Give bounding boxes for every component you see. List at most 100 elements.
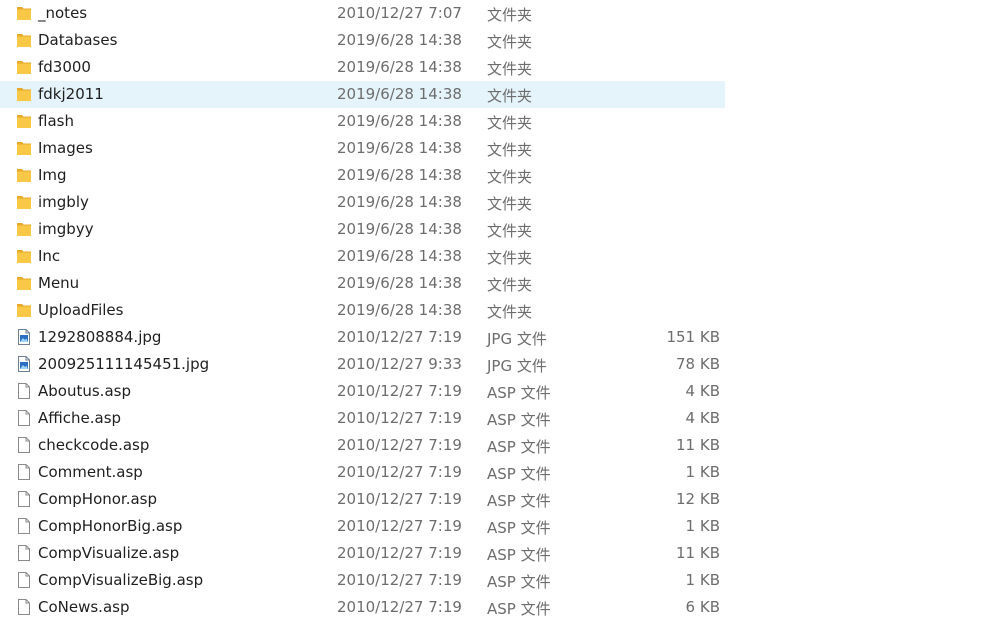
file-size: 1 KB xyxy=(685,571,720,589)
file-size: 12 KB xyxy=(676,490,720,508)
file-row[interactable]: CompVisualize.asp 2010/12/27 7:19 ASP 文件… xyxy=(0,540,725,567)
file-row[interactable]: checkcode.asp 2010/12/27 7:19 ASP 文件 11 … xyxy=(0,432,725,459)
file-type: 文件夹 xyxy=(487,33,533,51)
file-date-modified: 2010/12/27 7:19 xyxy=(337,436,462,454)
file-row[interactable]: Aboutus.asp 2010/12/27 7:19 ASP 文件 4 KB xyxy=(0,378,725,405)
file-date-modified: 2019/6/28 14:38 xyxy=(337,85,462,103)
file-date-modified: 2019/6/28 14:38 xyxy=(337,139,462,157)
document-icon xyxy=(16,409,32,427)
file-name: Menu xyxy=(38,274,80,292)
file-row[interactable]: Img 2019/6/28 14:38 文件夹 xyxy=(0,162,725,189)
file-date-modified: 2019/6/28 14:38 xyxy=(337,193,462,211)
file-name: CoNews.asp xyxy=(38,598,130,616)
file-row[interactable]: CompHonor.asp 2010/12/27 7:19 ASP 文件 12 … xyxy=(0,486,725,513)
file-date-modified: 2010/12/27 7:19 xyxy=(337,328,462,346)
document-icon xyxy=(16,598,32,616)
file-size: 78 KB xyxy=(676,355,720,373)
file-row[interactable]: imgbyy 2019/6/28 14:38 文件夹 xyxy=(0,216,725,243)
file-name: CompHonor.asp xyxy=(38,490,158,508)
document-icon xyxy=(16,544,32,562)
file-row[interactable]: CoNews.asp 2010/12/27 7:19 ASP 文件 6 KB xyxy=(0,594,725,621)
file-type: 文件夹 xyxy=(487,6,533,24)
image-file-icon xyxy=(16,328,32,346)
file-type: 文件夹 xyxy=(487,276,533,294)
file-row[interactable]: _notes 2010/12/27 7:07 文件夹 xyxy=(0,0,725,27)
file-type: ASP 文件 xyxy=(487,519,551,537)
file-type: ASP 文件 xyxy=(487,384,551,402)
folder-icon xyxy=(16,4,32,22)
folder-icon xyxy=(16,274,32,292)
file-name: imgbyy xyxy=(38,220,94,238)
document-icon xyxy=(16,490,32,508)
file-row[interactable]: flash 2019/6/28 14:38 文件夹 xyxy=(0,108,725,135)
file-date-modified: 2010/12/27 7:19 xyxy=(337,517,462,535)
file-name: fd3000 xyxy=(38,58,91,76)
file-row[interactable]: fd3000 2019/6/28 14:38 文件夹 xyxy=(0,54,725,81)
file-date-modified: 2010/12/27 7:07 xyxy=(337,4,462,22)
file-name: Affiche.asp xyxy=(38,409,122,427)
file-type: ASP 文件 xyxy=(487,411,551,429)
folder-icon xyxy=(16,112,32,130)
file-row[interactable]: Menu 2019/6/28 14:38 文件夹 xyxy=(0,270,725,297)
file-row[interactable]: 1292808884.jpg 2010/12/27 7:19 JPG 文件 15… xyxy=(0,324,725,351)
file-row[interactable]: imgbly 2019/6/28 14:38 文件夹 xyxy=(0,189,725,216)
file-name: checkcode.asp xyxy=(38,436,150,454)
file-name: CompVisualizeBig.asp xyxy=(38,571,204,589)
file-type: ASP 文件 xyxy=(487,438,551,456)
file-type: 文件夹 xyxy=(487,249,533,267)
file-row[interactable]: Comment.asp 2010/12/27 7:19 ASP 文件 1 KB xyxy=(0,459,725,486)
file-date-modified: 2019/6/28 14:38 xyxy=(337,58,462,76)
file-name: Img xyxy=(38,166,67,184)
file-size: 4 KB xyxy=(685,409,720,427)
file-size: 151 KB xyxy=(666,328,720,346)
file-size: 11 KB xyxy=(676,544,720,562)
file-name: Aboutus.asp xyxy=(38,382,131,400)
file-date-modified: 2019/6/28 14:38 xyxy=(337,220,462,238)
file-size: 6 KB xyxy=(685,598,720,616)
file-name: Inc xyxy=(38,247,61,265)
file-date-modified: 2010/12/27 7:19 xyxy=(337,544,462,562)
file-date-modified: 2019/6/28 14:38 xyxy=(337,166,462,184)
file-type: 文件夹 xyxy=(487,60,533,78)
file-name: UploadFiles xyxy=(38,301,124,319)
file-name: imgbly xyxy=(38,193,89,211)
file-name: flash xyxy=(38,112,74,130)
file-name: Databases xyxy=(38,31,118,49)
file-row[interactable]: fdkj2011 2019/6/28 14:38 文件夹 xyxy=(0,81,725,108)
file-type: 文件夹 xyxy=(487,87,533,105)
file-date-modified: 2019/6/28 14:38 xyxy=(337,112,462,130)
folder-icon xyxy=(16,220,32,238)
file-row[interactable]: CompHonorBig.asp 2010/12/27 7:19 ASP 文件 … xyxy=(0,513,725,540)
document-icon xyxy=(16,436,32,454)
file-name: Images xyxy=(38,139,93,157)
file-date-modified: 2010/12/27 7:19 xyxy=(337,463,462,481)
file-type: ASP 文件 xyxy=(487,546,551,564)
file-row[interactable]: CompVisualizeBig.asp 2010/12/27 7:19 ASP… xyxy=(0,567,725,594)
file-row[interactable]: Inc 2019/6/28 14:38 文件夹 xyxy=(0,243,725,270)
file-type: 文件夹 xyxy=(487,141,533,159)
folder-icon xyxy=(16,301,32,319)
file-name: CompVisualize.asp xyxy=(38,544,180,562)
file-row[interactable]: 200925111145451.jpg 2010/12/27 9:33 JPG … xyxy=(0,351,725,378)
file-date-modified: 2019/6/28 14:38 xyxy=(337,301,462,319)
folder-icon xyxy=(16,166,32,184)
file-row[interactable]: Images 2019/6/28 14:38 文件夹 xyxy=(0,135,725,162)
document-icon xyxy=(16,517,32,535)
file-date-modified: 2010/12/27 7:19 xyxy=(337,409,462,427)
folder-icon xyxy=(16,139,32,157)
file-type: 文件夹 xyxy=(487,114,533,132)
file-name: _notes xyxy=(38,4,88,22)
file-date-modified: 2010/12/27 7:19 xyxy=(337,598,462,616)
file-list: _notes 2010/12/27 7:07 文件夹 Databases 201… xyxy=(0,0,998,621)
file-name: CompHonorBig.asp xyxy=(38,517,183,535)
file-type: JPG 文件 xyxy=(487,357,547,375)
file-row[interactable]: Affiche.asp 2010/12/27 7:19 ASP 文件 4 KB xyxy=(0,405,725,432)
file-date-modified: 2019/6/28 14:38 xyxy=(337,247,462,265)
file-size: 11 KB xyxy=(676,436,720,454)
file-row[interactable]: Databases 2019/6/28 14:38 文件夹 xyxy=(0,27,725,54)
folder-icon xyxy=(16,85,32,103)
file-size: 1 KB xyxy=(685,463,720,481)
file-row[interactable]: UploadFiles 2019/6/28 14:38 文件夹 xyxy=(0,297,725,324)
file-name: 200925111145451.jpg xyxy=(38,355,210,373)
document-icon xyxy=(16,382,32,400)
